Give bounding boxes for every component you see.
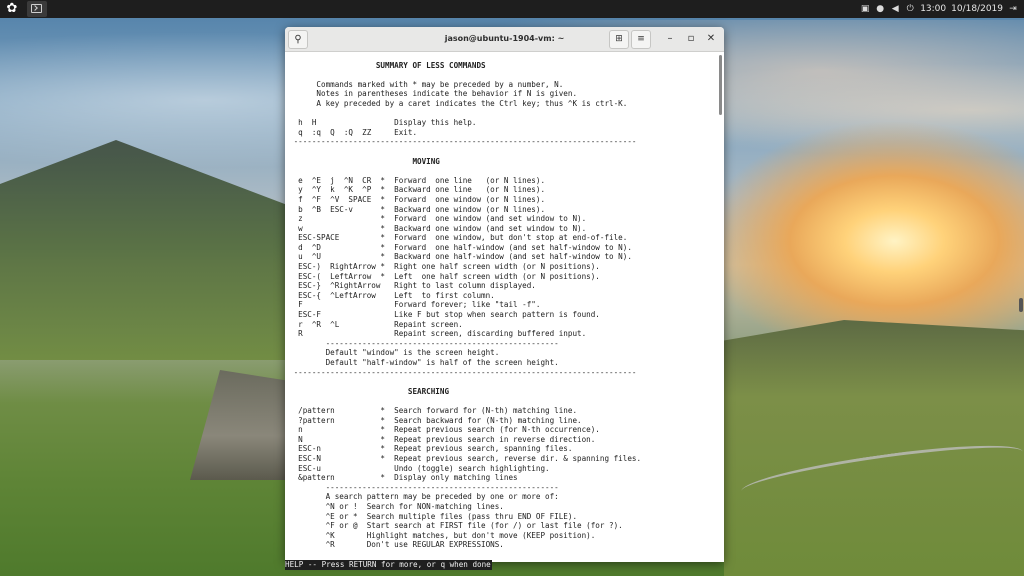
terminal-line: ^K Highlight matches, but don't move (KE… xyxy=(289,530,596,540)
logout-icon[interactable]: ⇥ xyxy=(1008,4,1018,14)
terminal-line: ^F or @ Start search at FIRST file (for … xyxy=(289,521,623,531)
edge-handle xyxy=(1019,298,1023,312)
network-icon[interactable]: ▣ xyxy=(860,4,870,14)
terminal-taskbar-button[interactable] xyxy=(27,1,47,17)
terminal-line: ESC-u Undo (toggle) search highlighting. xyxy=(289,463,550,473)
terminal-line: SEARCHING xyxy=(289,386,450,396)
terminal-line: ----------------------------------------… xyxy=(289,367,637,377)
wallpaper-sun xyxy=(700,120,1024,340)
terminal-line: SUMMARY OF LESS COMMANDS xyxy=(289,60,486,70)
terminal-line: A key preceded by a caret indicates the … xyxy=(289,98,628,108)
terminal-line: ESC-) RightArrow * Right one half screen… xyxy=(289,262,600,272)
power-icon[interactable]: ⏻ xyxy=(905,4,915,14)
terminal-line: A search pattern may be preceded by one … xyxy=(289,492,559,502)
terminal-line: y ^Y k ^K ^P * Backward one line (or N l… xyxy=(289,185,546,195)
new-tab-icon: ⊞ xyxy=(615,34,623,44)
terminal-line: ESC-( LeftArrow * Left one half screen w… xyxy=(289,271,600,281)
terminal-line: r ^R ^L Repaint screen. xyxy=(289,319,463,329)
terminal-line: b ^B ESC-v * Backward one window (or N l… xyxy=(289,204,546,214)
terminal-line: d ^D * Forward one half-window (and set … xyxy=(289,242,632,252)
search-button[interactable]: ⚲ xyxy=(288,30,308,49)
terminal-line: &pattern * Display only matching lines xyxy=(289,473,518,483)
terminal-line: h H Display this help. xyxy=(289,118,477,128)
minimize-icon: – xyxy=(667,33,673,44)
terminal-line: F Forward forever; like "tail -f". xyxy=(289,300,541,310)
terminal-line: z * Forward one window (and set window t… xyxy=(289,214,587,224)
terminal-output[interactable]: SUMMARY OF LESS COMMANDS Commands marked… xyxy=(285,51,717,554)
status-prompt: HELP -- Press RETURN for more, or q when… xyxy=(285,560,492,570)
terminal-line: w * Backward one window (and set window … xyxy=(289,223,587,233)
close-icon: ✕ xyxy=(706,33,716,44)
terminal-line: ----------------------------------------… xyxy=(289,137,637,147)
terminal-line: ESC-n * Repeat previous search, spanning… xyxy=(289,444,573,454)
window-titlebar[interactable]: jason@ubuntu-1904-vm: ~ ⚲ ⊞ ≡ – ▫ ✕ xyxy=(285,27,724,52)
terminal-line: ESC-{ ^LeftArrow Left to first column. xyxy=(289,290,495,300)
terminal-line: ESC-SPACE * Forward one window, but don'… xyxy=(289,233,628,243)
terminal-line: ESC-} ^RightArrow Right to last column d… xyxy=(289,281,536,291)
terminal-line: e ^E j ^N CR * Forward one line (or N li… xyxy=(289,175,546,185)
menu-button[interactable]: ≡ xyxy=(631,30,651,49)
window-title: jason@ubuntu-1904-vm: ~ xyxy=(444,34,565,43)
terminal-icon xyxy=(31,4,42,13)
terminal-line: ESC-N * Repeat previous search, reverse … xyxy=(289,453,642,463)
system-tray[interactable]: ▣ ● ◀ ⏻ 13:00 10/18/2019 ⇥ xyxy=(860,0,1018,18)
notification-icon[interactable]: ● xyxy=(875,4,885,14)
terminal-line: ^R Don't use REGULAR EXPRESSIONS. xyxy=(289,540,504,550)
terminal-line: u ^U * Backward one half-window (and set… xyxy=(289,252,632,262)
terminal-line: n * Repeat previous search (for N-th occ… xyxy=(289,425,600,435)
terminal-line: ESC-F Like F but stop when search patter… xyxy=(289,310,600,320)
terminal-line: ----------------------------------------… xyxy=(289,482,559,492)
top-panel: ✿ ▣ ● ◀ ⏻ 13:00 10/18/2019 ⇥ xyxy=(0,0,1024,18)
terminal-line: ^E or * Search multiple files (pass thru… xyxy=(289,511,578,521)
terminal-line: R Repaint screen, discarding buffered in… xyxy=(289,329,587,339)
terminal-line: MOVING xyxy=(289,156,440,166)
clock-date[interactable]: 10/18/2019 xyxy=(951,4,1003,14)
less-status-line: HELP -- Press RETURN for more, or q when… xyxy=(285,552,724,570)
volume-icon[interactable]: ◀ xyxy=(890,4,900,14)
maximize-icon: ▫ xyxy=(687,33,695,44)
close-button[interactable]: ✕ xyxy=(703,31,719,47)
terminal-line: f ^F ^V SPACE * Forward one window (or N… xyxy=(289,194,546,204)
terminal-line: q :q Q :Q ZZ Exit. xyxy=(289,127,418,137)
terminal-window[interactable]: jason@ubuntu-1904-vm: ~ ⚲ ⊞ ≡ – ▫ ✕ SUMM… xyxy=(285,27,724,570)
terminal-line: Default "half-window" is half of the scr… xyxy=(289,358,559,367)
search-icon: ⚲ xyxy=(294,34,302,45)
terminal-line: /pattern * Search forward for (N-th) mat… xyxy=(289,405,578,415)
terminal-scrollbar[interactable] xyxy=(719,55,722,115)
terminal-line: ^N or ! Search for NON-matching lines. xyxy=(289,501,504,511)
hamburger-menu-icon: ≡ xyxy=(637,34,645,44)
terminal-line: ?pattern * Search backward for (N-th) ma… xyxy=(289,415,582,425)
clock-time[interactable]: 13:00 xyxy=(920,4,946,14)
minimize-button[interactable]: – xyxy=(662,31,678,47)
terminal-line: N * Repeat previous search in reverse di… xyxy=(289,434,596,444)
activities-icon[interactable]: ✿ xyxy=(4,1,20,17)
new-tab-button[interactable]: ⊞ xyxy=(609,30,629,49)
maximize-button[interactable]: ▫ xyxy=(683,31,699,47)
terminal-line: Default "window" is the screen height. xyxy=(289,348,500,358)
wallpaper-cliff xyxy=(190,370,290,480)
terminal-line: ----------------------------------------… xyxy=(289,338,559,348)
terminal-line: Notes in parentheses indicate the behavi… xyxy=(289,89,578,99)
terminal-line: Commands marked with * may be preceded b… xyxy=(289,79,564,89)
